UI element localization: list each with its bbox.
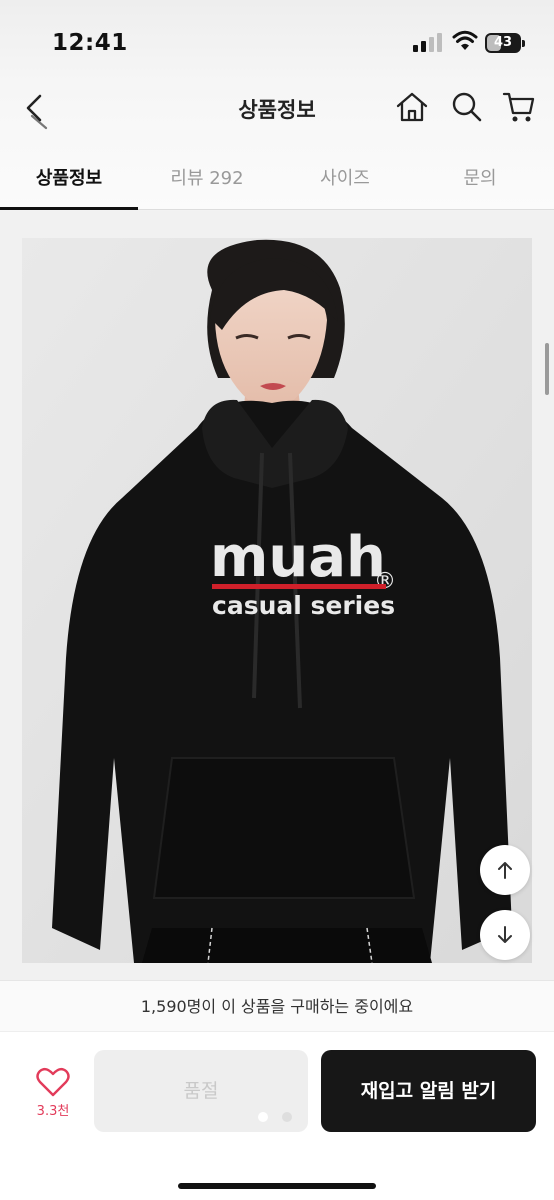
hoodie-print-subtitle: casual series bbox=[212, 591, 395, 620]
scroll-up-button[interactable] bbox=[480, 845, 530, 895]
active-tab-indicator bbox=[0, 207, 138, 210]
tab-inquiry[interactable]: 문의 bbox=[414, 164, 546, 190]
tab-size[interactable]: 사이즈 bbox=[276, 164, 414, 190]
buyers-count-text: 1,590명이 이 상품을 구매하는 중이에요 bbox=[0, 980, 554, 1032]
purchase-footer: 1,590명이 이 상품을 구매하는 중이에요 3.3천 품절 재입고 알림 받… bbox=[0, 980, 554, 1200]
page-dot-active bbox=[258, 1112, 268, 1122]
home-indicator bbox=[178, 1183, 376, 1189]
page-indicator bbox=[258, 1112, 298, 1122]
search-icon[interactable] bbox=[450, 90, 484, 124]
cart-icon[interactable] bbox=[502, 90, 536, 124]
back-arrow-icon[interactable] bbox=[18, 90, 58, 130]
status-bar: 12:41 43 bbox=[0, 0, 554, 88]
tab-reviews[interactable]: 리뷰 292 bbox=[138, 164, 276, 190]
navigation-bar: 상품정보 bbox=[0, 88, 554, 148]
status-time: 12:41 bbox=[52, 30, 128, 56]
arrow-down-icon bbox=[498, 926, 512, 943]
tab-bar: 상품정보 리뷰 292 사이즈 문의 bbox=[0, 150, 554, 210]
page-dot bbox=[282, 1112, 292, 1122]
battery-percent: 43 bbox=[493, 35, 513, 50]
scrollbar[interactable] bbox=[545, 343, 549, 395]
hoodie-print-logo: muah bbox=[210, 525, 386, 590]
like-count: 3.3천 bbox=[36, 1104, 70, 1119]
battery-icon: 43 bbox=[485, 33, 525, 53]
wifi-icon bbox=[452, 30, 478, 50]
heart-icon bbox=[36, 1067, 70, 1097]
arrow-up-icon bbox=[498, 862, 512, 879]
restock-alert-label: 재입고 알림 받기 bbox=[360, 1080, 497, 1102]
home-icon[interactable] bbox=[395, 90, 429, 124]
product-detail-content: muah ® casual series bbox=[0, 211, 554, 981]
cellular-signal-icon bbox=[413, 33, 442, 52]
product-photo: muah ® casual series bbox=[22, 238, 532, 963]
like-button[interactable]: 3.3천 bbox=[22, 1062, 84, 1122]
top-bar: 12:41 43 상품정보 상품정보 리뷰 292 사이즈 문의 bbox=[0, 0, 554, 210]
scroll-down-button[interactable] bbox=[480, 910, 530, 960]
tab-product-info[interactable]: 상품정보 bbox=[0, 164, 138, 190]
restock-alert-button[interactable]: 재입고 알림 받기 bbox=[321, 1050, 536, 1132]
